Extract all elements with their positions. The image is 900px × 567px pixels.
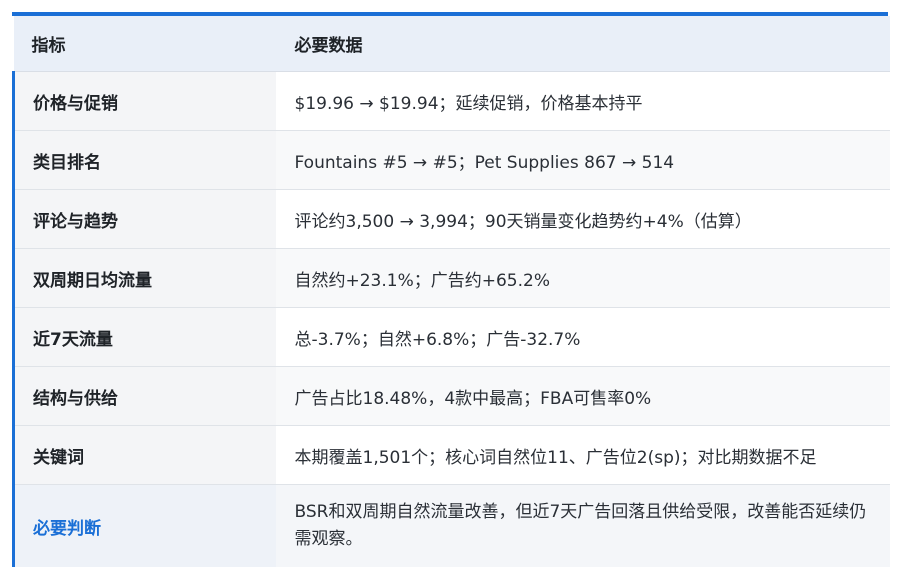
table-row: 评论与趋势 评论约3,500 → 3,994；90天销量变化趋势约+4%（估算）: [14, 190, 890, 249]
row-metric: 价格与促销: [14, 72, 276, 131]
table-row: 结构与供给 广告占比18.48%，4款中最高；FBA可售率0%: [14, 367, 890, 426]
row-data: 评论约3,500 → 3,994；90天销量变化趋势约+4%（估算）: [276, 190, 890, 249]
metrics-table: 指标 必要数据 价格与促销 $19.96 → $19.94；延续促销，价格基本持…: [12, 16, 890, 567]
judgment-row: 必要判断 BSR和双周期自然流量改善，但近7天广告回落且供给受限，改善能否延续仍…: [14, 485, 890, 567]
table-header-row: 指标 必要数据: [14, 16, 890, 72]
row-data: $19.96 → $19.94；延续促销，价格基本持平: [276, 72, 890, 131]
table-row: 双周期日均流量 自然约+23.1%；广告约+65.2%: [14, 249, 890, 308]
row-metric: 评论与趋势: [14, 190, 276, 249]
table-row: 关键词 本期覆盖1,501个；核心词自然位11、广告位2(sp)；对比期数据不足: [14, 426, 890, 485]
row-metric: 关键词: [14, 426, 276, 485]
table-row: 价格与促销 $19.96 → $19.94；延续促销，价格基本持平: [14, 72, 890, 131]
table-row: 近7天流量 总-3.7%；自然+6.8%；广告-32.7%: [14, 308, 890, 367]
header-metric: 指标: [14, 16, 276, 72]
row-metric: 近7天流量: [14, 308, 276, 367]
row-metric: 结构与供给: [14, 367, 276, 426]
header-data: 必要数据: [276, 16, 890, 72]
row-metric: 双周期日均流量: [14, 249, 276, 308]
table-row: 类目排名 Fountains #5 → #5；Pet Supplies 867 …: [14, 131, 890, 190]
row-data: 自然约+23.1%；广告约+65.2%: [276, 249, 890, 308]
row-data: 本期覆盖1,501个；核心词自然位11、广告位2(sp)；对比期数据不足: [276, 426, 890, 485]
judgment-label: 必要判断: [14, 485, 276, 567]
row-data: 广告占比18.48%，4款中最高；FBA可售率0%: [276, 367, 890, 426]
row-data: Fountains #5 → #5；Pet Supplies 867 → 514: [276, 131, 890, 190]
row-metric: 类目排名: [14, 131, 276, 190]
data-table-container: 指标 必要数据 价格与促销 $19.96 → $19.94；延续促销，价格基本持…: [12, 12, 888, 567]
judgment-text: BSR和双周期自然流量改善，但近7天广告回落且供给受限，改善能否延续仍需观察。: [276, 485, 890, 567]
row-data: 总-3.7%；自然+6.8%；广告-32.7%: [276, 308, 890, 367]
